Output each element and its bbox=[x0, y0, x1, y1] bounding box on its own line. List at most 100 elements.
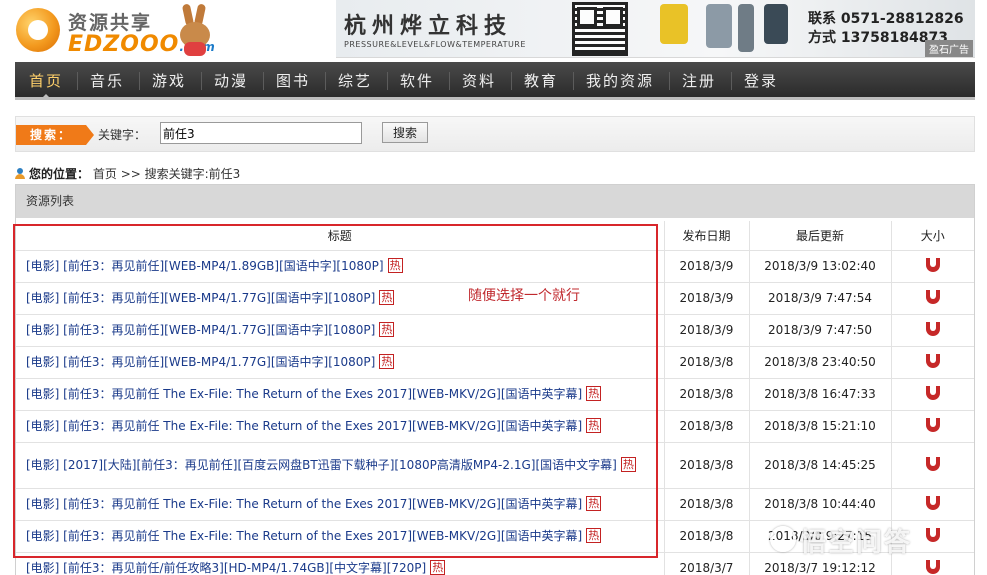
magnet-download-icon[interactable] bbox=[925, 456, 940, 471]
row-size-cell bbox=[890, 250, 974, 283]
table-row: [电影] [前任3：再见前任][WEB-MP4/1.77G][国语中字][108… bbox=[16, 346, 974, 379]
row-updated: 2018/3/9 7:47:54 bbox=[748, 282, 891, 315]
search-bar: 搜索： 关键字： 搜索 bbox=[15, 116, 975, 152]
search-button[interactable]: 搜索 bbox=[382, 122, 428, 143]
breadcrumb-home-link[interactable]: 首页 bbox=[93, 167, 117, 181]
nav-item-music[interactable]: 音乐 bbox=[90, 62, 124, 100]
magnet-download-icon[interactable] bbox=[925, 559, 940, 574]
row-title-link[interactable]: [电影] [前任3：再见前任 The Ex-File: The Return o… bbox=[26, 529, 582, 543]
row-updated: 2018/3/8 15:21:10 bbox=[748, 410, 891, 443]
site-logo[interactable]: 资源共享 EDZOOO.com bbox=[14, 2, 215, 58]
nav-divider bbox=[77, 72, 78, 90]
nav-item-games[interactable]: 游戏 bbox=[152, 62, 186, 100]
nav-item-education[interactable]: 教育 bbox=[524, 62, 558, 100]
row-size-cell bbox=[890, 488, 974, 521]
nav-item-anime[interactable]: 动漫 bbox=[214, 62, 248, 100]
row-date: 2018/3/8 bbox=[663, 378, 749, 411]
row-title-cell: [电影] [前任3：再见前任 The Ex-File: The Return o… bbox=[16, 410, 664, 443]
keyword-input[interactable] bbox=[160, 122, 362, 144]
magnet-download-icon[interactable] bbox=[925, 495, 940, 510]
logo-en-main: EDZOOO bbox=[68, 32, 180, 57]
nav-divider bbox=[325, 72, 326, 90]
banner-contact-line1: 联系 0571-28812826 bbox=[808, 11, 964, 27]
nav-item-my-resources[interactable]: 我的资源 bbox=[586, 62, 654, 100]
hot-badge: 热 bbox=[620, 457, 636, 472]
table-row: [电影] [前任3：再见前任 The Ex-File: The Return o… bbox=[16, 488, 974, 521]
row-title-link[interactable]: [电影] [前任3：再见前任/前任攻略3][HD-MP4/1.74GB][中文字… bbox=[26, 561, 426, 575]
search-tag: 搜索： bbox=[16, 125, 94, 145]
magnet-download-icon[interactable] bbox=[925, 527, 940, 542]
nav-item-login[interactable]: 登录 bbox=[744, 62, 778, 100]
nav-item-books[interactable]: 图书 bbox=[276, 62, 310, 100]
magnet-download-icon[interactable] bbox=[925, 385, 940, 400]
column-header-title: 标题 bbox=[16, 221, 664, 251]
row-title-cell: [电影] [前任3：再见前任 The Ex-File: The Return o… bbox=[16, 488, 664, 521]
row-updated: 2018/3/9 13:02:40 bbox=[748, 250, 891, 283]
row-date: 2018/3/8 bbox=[663, 520, 749, 553]
breadcrumb-separator: >> bbox=[120, 167, 141, 181]
row-title-cell: [电影] [前任3：再见前任][WEB-MP4/1.77G][国语中字][108… bbox=[16, 346, 664, 379]
row-updated: 2018/3/8 14:45:25 bbox=[748, 442, 891, 489]
table-row: [电影] [前任3：再见前任 The Ex-File: The Return o… bbox=[16, 410, 974, 443]
breadcrumb-prefix: 您的位置： bbox=[29, 167, 90, 181]
nav-divider bbox=[387, 72, 388, 90]
logo-mark-icon bbox=[16, 8, 60, 52]
hot-badge: 热 bbox=[379, 322, 395, 337]
row-updated: 2018/3/8 16:47:33 bbox=[748, 378, 891, 411]
row-title-cell: [电影] [前任3：再见前任 The Ex-File: The Return o… bbox=[16, 520, 664, 553]
magnet-download-icon[interactable] bbox=[925, 257, 940, 272]
sensor-product-icon bbox=[706, 4, 732, 48]
row-date: 2018/3/7 bbox=[663, 552, 749, 575]
nav-divider bbox=[139, 72, 140, 90]
sensor-product-icon bbox=[764, 4, 788, 44]
table-header-row: 标题 发布日期 最后更新 大小 bbox=[16, 221, 974, 251]
row-title-link[interactable]: [电影] [前任3：再见前任 The Ex-File: The Return o… bbox=[26, 497, 582, 511]
row-size-cell bbox=[890, 442, 974, 489]
nav-item-variety[interactable]: 综艺 bbox=[338, 62, 372, 100]
row-title-link[interactable]: [电影] [前任3：再见前任][WEB-MP4/1.77G][国语中字][108… bbox=[26, 323, 375, 337]
row-title-cell: [电影] [前任3：再见前任][WEB-MP4/1.89GB][国语中字][10… bbox=[16, 250, 664, 283]
main-nav: 首页 音乐 游戏 动漫 图书 综艺 软件 资料 教育 我的资源 注册 登录 bbox=[15, 62, 975, 100]
nav-divider bbox=[201, 72, 202, 90]
nav-divider bbox=[573, 72, 574, 90]
resource-list-heading: 资源列表 bbox=[16, 185, 974, 218]
nav-item-register[interactable]: 注册 bbox=[682, 62, 716, 100]
hot-badge: 热 bbox=[379, 290, 395, 305]
row-title-link[interactable]: [电影] [前任3：再见前任][WEB-MP4/1.77G][国语中字][108… bbox=[26, 355, 375, 369]
nav-divider bbox=[731, 72, 732, 90]
row-title-link[interactable]: [电影] [前任3：再见前任 The Ex-File: The Return o… bbox=[26, 419, 582, 433]
magnet-download-icon[interactable] bbox=[925, 417, 940, 432]
row-title-link[interactable]: [电影] [前任3：再见前任][WEB-MP4/1.77G][国语中字][108… bbox=[26, 291, 375, 305]
row-date: 2018/3/8 bbox=[663, 488, 749, 521]
keyword-label: 关键字： bbox=[98, 128, 147, 142]
row-size-cell bbox=[890, 410, 974, 443]
row-title-link[interactable]: [电影] [前任3：再见前任 The Ex-File: The Return o… bbox=[26, 387, 582, 401]
row-title-link[interactable]: [电影] [前任3：再见前任][WEB-MP4/1.89GB][国语中字][10… bbox=[26, 259, 384, 273]
row-title-cell: [电影] [2017][大陆][前任3：再见前任][百度云网盘BT迅雷下载种子]… bbox=[16, 442, 664, 489]
column-header-updated: 最后更新 bbox=[748, 221, 891, 251]
row-title-cell: [电影] [前任3：再见前任 The Ex-File: The Return o… bbox=[16, 378, 664, 411]
banner-title: 杭州烨立科技 bbox=[344, 13, 513, 39]
nav-item-materials[interactable]: 资料 bbox=[462, 62, 496, 100]
qr-code-icon bbox=[572, 2, 628, 56]
resource-list: 资源列表 标题 发布日期 最后更新 大小 [电影] [前任3：再见前任][WEB… bbox=[15, 184, 975, 575]
magnet-download-icon[interactable] bbox=[925, 289, 940, 304]
table-row: [电影] [2017][大陆][前任3：再见前任][百度云网盘BT迅雷下载种子]… bbox=[16, 442, 974, 489]
magnet-download-icon[interactable] bbox=[925, 321, 940, 336]
row-size-cell bbox=[890, 346, 974, 379]
column-header-date: 发布日期 bbox=[663, 221, 749, 251]
row-title-cell: [电影] [前任3：再见前任][WEB-MP4/1.77G][国语中字][108… bbox=[16, 314, 664, 347]
magnet-download-icon[interactable] bbox=[925, 353, 940, 368]
row-size-cell bbox=[890, 282, 974, 315]
ad-banner[interactable]: 杭州烨立科技 PRESSURE&LEVEL&FLOW&TEMPERATURE 联… bbox=[336, 0, 975, 58]
nav-item-software[interactable]: 软件 bbox=[400, 62, 434, 100]
logo-text-cn: 资源共享 bbox=[68, 12, 153, 34]
row-updated: 2018/3/8 10:44:40 bbox=[748, 488, 891, 521]
sensor-product-icon bbox=[660, 4, 688, 44]
row-date: 2018/3/8 bbox=[663, 442, 749, 489]
nav-item-home[interactable]: 首页 bbox=[29, 62, 63, 100]
row-title-link[interactable]: [电影] [2017][大陆][前任3：再见前任][百度云网盘BT迅雷下载种子]… bbox=[26, 458, 617, 472]
hot-badge: 热 bbox=[586, 528, 602, 543]
hot-badge: 热 bbox=[387, 258, 403, 273]
row-title-cell: [电影] [前任3：再见前任/前任攻略3][HD-MP4/1.74GB][中文字… bbox=[16, 552, 664, 575]
